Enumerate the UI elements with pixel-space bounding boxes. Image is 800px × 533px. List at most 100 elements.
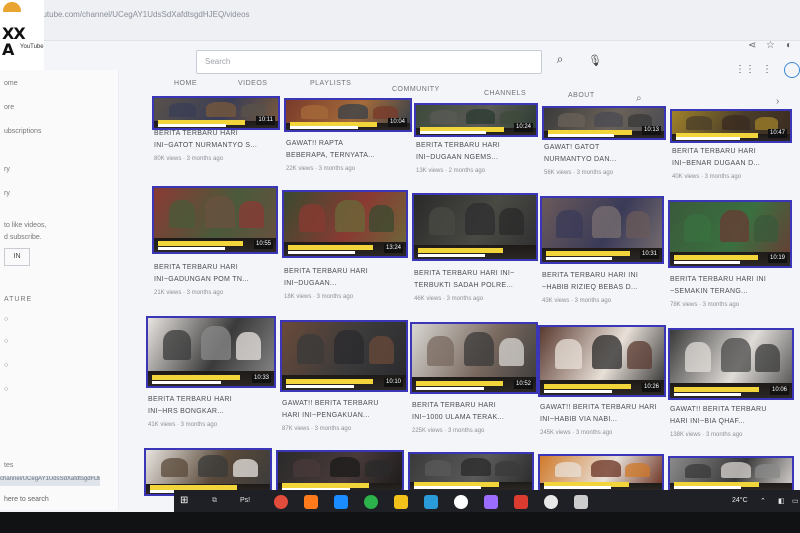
- video-duration: 10:31: [639, 250, 659, 259]
- video-title-line2[interactable]: BEBERAPA, TERNYATA...: [286, 150, 375, 161]
- video-title-line2[interactable]: INI~GADUNGAN POM TN...: [154, 274, 249, 285]
- firefox-icon[interactable]: [304, 495, 318, 509]
- video-thumbnail[interactable]: 10:04: [284, 98, 412, 132]
- thumbnail-caption-2: [419, 131, 486, 135]
- video-title[interactable]: BERITA TERBARU HARI: [148, 394, 232, 405]
- taskview-icon[interactable]: ⧉: [212, 497, 217, 505]
- video-title-line2[interactable]: INI~HRS BONGKAR...: [148, 406, 224, 417]
- video-thumbnail[interactable]: 10:26: [538, 325, 666, 397]
- thumbnail-figure: [499, 207, 524, 235]
- video-thumbnail[interactable]: 10:11: [152, 96, 280, 130]
- thumbnail-figure: [163, 330, 191, 361]
- video-thumbnail[interactable]: 10:52: [410, 322, 538, 394]
- video-duration: 10:47: [767, 129, 787, 138]
- video-thumbnail[interactable]: 10:10: [280, 320, 408, 392]
- video-title[interactable]: GAWAT!! BERITA TERBARU HARI: [540, 402, 657, 413]
- thumbnail-figure: [292, 459, 321, 477]
- thumbnail-figure: [364, 460, 390, 477]
- thumbnail-figure: [721, 338, 751, 373]
- app-icon[interactable]: [484, 495, 498, 509]
- video-title-line2[interactable]: INI~GATOT NURMANTYO S...: [154, 140, 257, 151]
- video-thumbnail[interactable]: [144, 448, 272, 496]
- video-title-line2[interactable]: INI~HABIB VIA NABI...: [540, 414, 617, 425]
- video-grid: 10:11 BERITA TERBARU HARI INI~GATOT NURMAN…: [0, 0, 800, 533]
- video-title[interactable]: BERITA TERBARU HARI: [154, 262, 238, 273]
- thumbnail-caption-2: [287, 251, 355, 255]
- thumbnail-figure: [626, 210, 650, 238]
- video-title[interactable]: GAWAT!! RAPTA: [286, 138, 343, 149]
- thumbnail-figure: [594, 111, 624, 127]
- video-thumbnail[interactable]: [412, 193, 538, 261]
- thumbnail-caption-2: [151, 380, 222, 384]
- video-thumbnail[interactable]: [408, 452, 534, 492]
- thumbnail-caption-2: [417, 254, 485, 258]
- network-icon[interactable]: ◧: [778, 497, 785, 505]
- video-title-line2[interactable]: ~HABIB RIZIEQ BEBAS D...: [542, 282, 638, 293]
- video-thumbnail[interactable]: 10:47: [670, 109, 792, 143]
- video-title[interactable]: BERITA TERBARU HARI: [672, 146, 756, 157]
- video-title[interactable]: BERITA TERBARU HARI: [412, 400, 496, 411]
- edge-icon[interactable]: [334, 495, 348, 509]
- video-title[interactable]: BERITA TERBARU HARI INI~: [414, 268, 515, 279]
- thumbnail-figure: [591, 460, 621, 478]
- tray-chevron-icon[interactable]: ⌃: [760, 497, 766, 505]
- video-title[interactable]: GAWAT! GATOT: [544, 142, 600, 153]
- thumbnail-figure: [754, 117, 779, 130]
- video-title-line2[interactable]: NURMANTYO DAN...: [544, 154, 616, 165]
- video-title-line2[interactable]: HARI INI~PENGAKUAN...: [282, 410, 370, 421]
- video-title[interactable]: BERITA TERBARU HARI: [154, 128, 238, 139]
- video-thumbnail[interactable]: 10:55: [152, 186, 278, 254]
- thumbnail-figure: [464, 332, 494, 367]
- video-title-line2[interactable]: HARI INI~BIA QHAF...: [670, 416, 745, 427]
- mail-icon[interactable]: [364, 495, 378, 509]
- thumbnail-figure: [721, 114, 750, 130]
- video-title-line2[interactable]: TERBUKTI SADAH POLRE...: [414, 280, 513, 291]
- document-icon[interactable]: [454, 495, 468, 509]
- video-title-line2[interactable]: INI~DUGAAN...: [284, 278, 337, 289]
- weather-temp[interactable]: 24°C: [732, 497, 748, 504]
- video-thumbnail[interactable]: [276, 450, 404, 494]
- thumbnail-caption-2: [413, 485, 481, 489]
- video-duration: 10:11: [256, 116, 275, 125]
- windows-start-icon[interactable]: ⊞: [180, 495, 194, 509]
- taskbar-search[interactable]: Ps!: [240, 497, 250, 504]
- powerpoint-icon[interactable]: [514, 495, 528, 509]
- video-duration: 13:24: [383, 244, 403, 253]
- notification-icon[interactable]: ▭: [792, 497, 799, 505]
- files-icon[interactable]: [394, 495, 408, 509]
- app-icon-2[interactable]: [574, 495, 588, 509]
- video-thumbnail[interactable]: 10:06: [668, 328, 794, 400]
- video-thumbnail[interactable]: [538, 454, 664, 492]
- thumbnail-figure: [498, 337, 524, 367]
- thumbnail-figure: [461, 458, 491, 477]
- chrome-icon[interactable]: [274, 495, 288, 509]
- thumbnail-caption-2: [289, 126, 358, 130]
- video-thumbnail[interactable]: 10:13: [542, 106, 666, 140]
- video-title[interactable]: BERITA TERBARU HARI INI: [542, 270, 638, 281]
- thumbnail-figure: [554, 339, 583, 370]
- video-thumbnail[interactable]: 10:31: [540, 196, 664, 264]
- video-thumbnail[interactable]: 13:24: [282, 190, 408, 258]
- video-thumbnail[interactable]: 10:24: [414, 103, 538, 137]
- video-title-line2[interactable]: ~SEMAKIN TERANG...: [670, 286, 748, 297]
- video-title-line2[interactable]: INI~DUGAAN NGEMS...: [416, 152, 498, 163]
- video-title[interactable]: BERITA TERBARU HARI INI: [670, 274, 766, 285]
- video-meta: 13K views · 2 months ago: [416, 168, 486, 174]
- video-title[interactable]: BERITA TERBARU HARI: [416, 140, 500, 151]
- thumbnail-figure: [721, 461, 751, 478]
- video-meta: 78K views · 3 months ago: [670, 302, 740, 308]
- thumbnail-figure: [335, 199, 365, 232]
- video-title[interactable]: GAWAT!! BERITA TERBARU: [670, 404, 767, 415]
- video-title[interactable]: BERITA TERBARU HARI: [284, 266, 368, 277]
- settings-icon[interactable]: [544, 495, 558, 509]
- video-title-line2[interactable]: INI~BENAR DUGAAN D...: [672, 158, 760, 169]
- thumbnail-figure: [755, 343, 780, 373]
- video-thumbnail[interactable]: [668, 456, 794, 492]
- video-title-line2[interactable]: INI~1000 ULAMA TERAK...: [412, 412, 504, 423]
- thumbnail-caption-2: [157, 247, 225, 251]
- video-thumbnail[interactable]: 10:19: [668, 200, 792, 268]
- store-icon[interactable]: [424, 495, 438, 509]
- video-thumbnail[interactable]: 10:33: [146, 316, 276, 388]
- thumbnail-figure: [428, 206, 456, 235]
- video-title[interactable]: GAWAT!! BERITA TERBARU: [282, 398, 379, 409]
